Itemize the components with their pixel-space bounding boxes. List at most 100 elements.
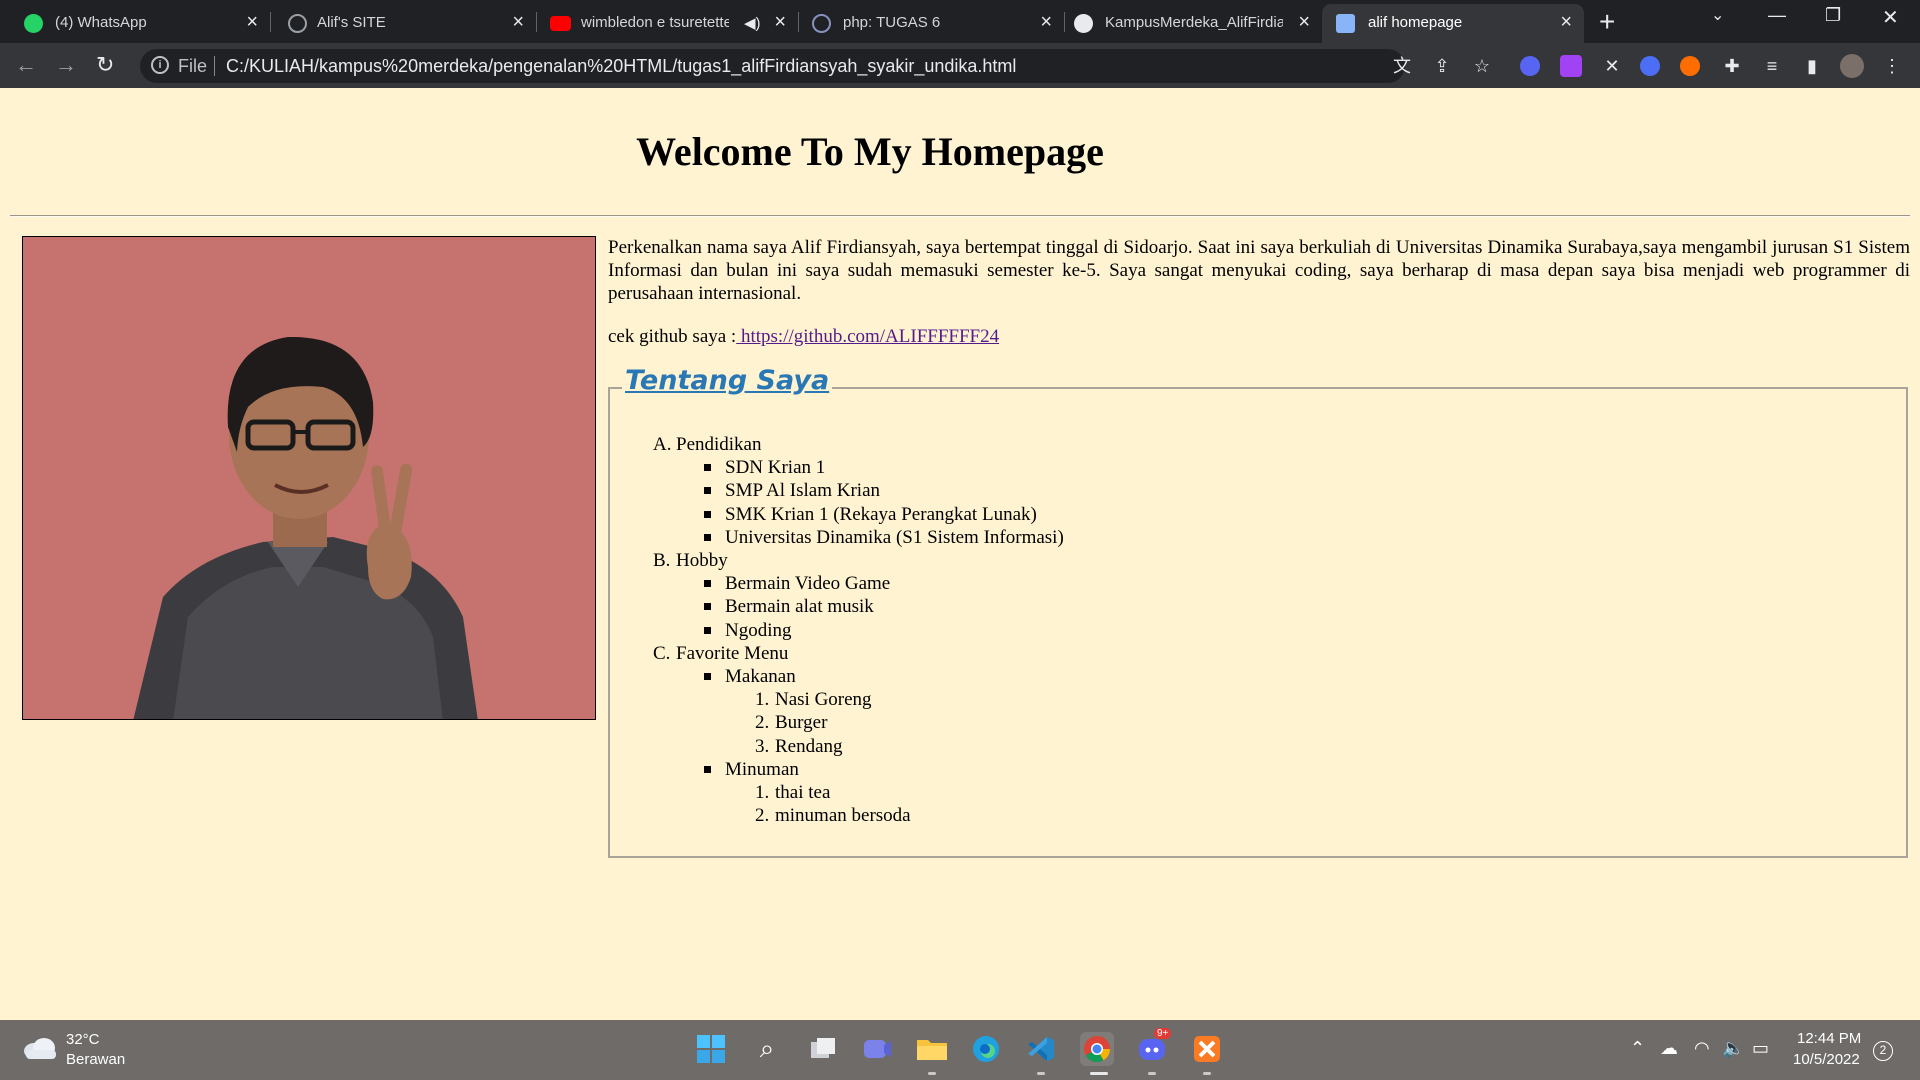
divider xyxy=(214,56,215,76)
restore-icon[interactable]: ❐ xyxy=(1825,5,1841,26)
cloud-icon[interactable] xyxy=(22,1036,58,1060)
url-scheme: File xyxy=(178,56,208,76)
extension-orange-icon[interactable] xyxy=(1680,56,1700,76)
teams-chat-icon[interactable] xyxy=(860,1032,894,1066)
address-bar[interactable]: i File C:/KULIAH/kampus%20merdeka/pengen… xyxy=(140,49,1405,83)
translate-icon[interactable]: 文 xyxy=(1390,54,1414,78)
person-illustration xyxy=(23,237,595,719)
page-icon xyxy=(1336,14,1355,33)
extension-blue-icon[interactable] xyxy=(1640,56,1660,76)
tab-youtube[interactable]: wimbledon e tsuretette ◀) × xyxy=(536,4,798,43)
section-label: Hobby xyxy=(676,550,728,572)
list-marker: C. xyxy=(653,642,671,664)
github-line: cek github saya : https://github.com/ALI… xyxy=(608,326,999,348)
tab-alifs-site[interactable]: Alif's SITE × xyxy=(270,4,536,43)
list-item: B. Hobby Bermain Video Game Bermain alat … xyxy=(653,549,1064,642)
list-marker: 1. xyxy=(755,782,770,804)
whatsapp-icon xyxy=(24,14,43,33)
php-icon xyxy=(812,14,831,33)
back-icon[interactable]: ← xyxy=(15,52,37,78)
close-window-icon[interactable]: ✕ xyxy=(1882,5,1899,30)
xampp-icon[interactable] xyxy=(1190,1032,1224,1066)
reload-icon[interactable]: ↻ xyxy=(96,52,114,78)
weather-description[interactable]: Berawan xyxy=(66,1051,125,1068)
close-icon[interactable]: × xyxy=(1298,11,1310,34)
tab-alif-homepage[interactable]: alif homepage × xyxy=(1322,4,1584,43)
avatar[interactable] xyxy=(1840,54,1864,78)
tab-search-icon[interactable]: ⌄ xyxy=(1711,5,1724,25)
section-label: Pendidikan xyxy=(676,434,762,455)
minimize-icon[interactable]: — xyxy=(1768,5,1786,26)
tab-title: wimbledon e tsuretette xyxy=(581,14,729,31)
list-marker: 2. xyxy=(755,712,770,734)
file-explorer-icon[interactable] xyxy=(915,1032,949,1066)
list-item: A. Pendidikan SDN Krian 1 SMP Al Islam Kr… xyxy=(653,433,1064,549)
youtube-icon xyxy=(550,16,571,31)
taskbar: 32°C Berawan ⌕ 9+ ⌃ ☁ ◠ 🔈 ▭ 12:44 PM 10/… xyxy=(0,1020,1920,1080)
task-view-icon[interactable] xyxy=(806,1032,840,1066)
tab-php[interactable]: php: TUGAS 6 × xyxy=(798,4,1064,43)
wifi-icon[interactable]: ◠ xyxy=(1694,1038,1710,1059)
github-prefix: cek github saya : xyxy=(608,326,737,347)
item-text: Nasi Goreng xyxy=(775,689,872,711)
list-item: Makanan 1. Nasi Goreng 2. Burger 3. Rendang xyxy=(704,665,1064,758)
list-item: SMP Al Islam Krian xyxy=(704,479,1064,502)
new-tab-button[interactable]: + xyxy=(1599,6,1615,38)
side-panel-icon[interactable]: ▮ xyxy=(1800,54,1824,78)
item-text: minuman bersoda xyxy=(775,805,911,827)
chevron-up-icon[interactable]: ⌃ xyxy=(1630,1038,1645,1059)
running-indicator xyxy=(1037,1072,1045,1075)
extension-purple-icon[interactable] xyxy=(1560,55,1582,77)
list-item: Minuman 1. thai tea 2. minuman bersoda xyxy=(704,758,1064,828)
extension-x-icon[interactable]: ✕ xyxy=(1600,54,1624,78)
puzzle-icon[interactable]: ✚ xyxy=(1720,54,1744,78)
info-icon[interactable]: i xyxy=(151,56,169,74)
running-indicator xyxy=(1090,1072,1108,1075)
list-item: 3. Rendang xyxy=(755,735,1064,758)
github-link[interactable]: https://github.com/ALIFFFFFF24 xyxy=(736,326,999,347)
close-icon[interactable]: × xyxy=(774,11,786,34)
tab-whatsapp[interactable]: (4) WhatsApp × xyxy=(0,4,270,43)
clock-time[interactable]: 12:44 PM xyxy=(1797,1030,1861,1047)
volume-icon[interactable]: 🔈 xyxy=(1722,1038,1744,1059)
tab-title: alif homepage xyxy=(1368,14,1463,31)
github-icon xyxy=(1074,14,1093,33)
about-legend[interactable]: Tentang Saya xyxy=(622,365,833,396)
list-marker: B. xyxy=(653,550,671,572)
weather-temperature[interactable]: 32°C xyxy=(66,1031,100,1048)
battery-icon[interactable]: ▭ xyxy=(1752,1038,1769,1059)
media-control-icon[interactable]: ≡ xyxy=(1760,54,1784,78)
share-icon[interactable]: ⇪ xyxy=(1430,54,1454,78)
edge-icon[interactable] xyxy=(969,1032,1003,1066)
close-icon[interactable]: × xyxy=(1040,11,1052,34)
group-label: Makanan xyxy=(725,666,796,688)
vscode-icon[interactable] xyxy=(1024,1032,1058,1066)
list-item: Ngoding xyxy=(704,619,1064,642)
close-icon[interactable]: × xyxy=(246,11,258,34)
about-fieldset: Tentang Saya A. Pendidikan SDN Krian 1 SM… xyxy=(608,365,1908,858)
list-marker: 3. xyxy=(755,735,770,757)
bookmark-star-icon[interactable]: ☆ xyxy=(1470,54,1494,78)
discord-extension-icon[interactable] xyxy=(1520,56,1540,76)
onedrive-icon[interactable]: ☁ xyxy=(1660,1038,1678,1059)
list-item: SMK Krian 1 (Rekaya Perangkat Lunak) xyxy=(704,503,1064,526)
chrome-icon[interactable] xyxy=(1080,1032,1114,1066)
tab-title: php: TUGAS 6 xyxy=(843,14,941,31)
forward-icon[interactable]: → xyxy=(55,52,77,78)
kebab-menu-icon[interactable]: ⋮ xyxy=(1880,54,1904,78)
tab-github[interactable]: KampusMerdeka_AlifFirdia × xyxy=(1064,4,1322,43)
start-icon[interactable] xyxy=(694,1032,728,1066)
horizontal-rule xyxy=(10,215,1910,217)
notification-count[interactable]: 2 xyxy=(1873,1041,1893,1061)
clock-date[interactable]: 10/5/2022 xyxy=(1793,1051,1860,1068)
discord-icon[interactable]: 9+ xyxy=(1135,1028,1172,1066)
url-text[interactable]: C:/KULIAH/kampus%20merdeka/pengenalan%20… xyxy=(226,56,1016,77)
browser-toolbar: ← → ↻ i File C:/KULIAH/kampus%20merdeka/… xyxy=(0,43,1920,88)
about-list: A. Pendidikan SDN Krian 1 SMP Al Islam Kr… xyxy=(653,433,1064,827)
audio-playing-icon[interactable]: ◀) xyxy=(744,14,761,32)
search-icon[interactable]: ⌕ xyxy=(750,1032,784,1066)
list-item: C. Favorite Menu Makanan 1. Nasi Goreng 2.… xyxy=(653,642,1064,828)
close-icon[interactable]: × xyxy=(1560,11,1572,34)
running-indicator xyxy=(1203,1072,1211,1075)
close-icon[interactable]: × xyxy=(512,11,524,34)
